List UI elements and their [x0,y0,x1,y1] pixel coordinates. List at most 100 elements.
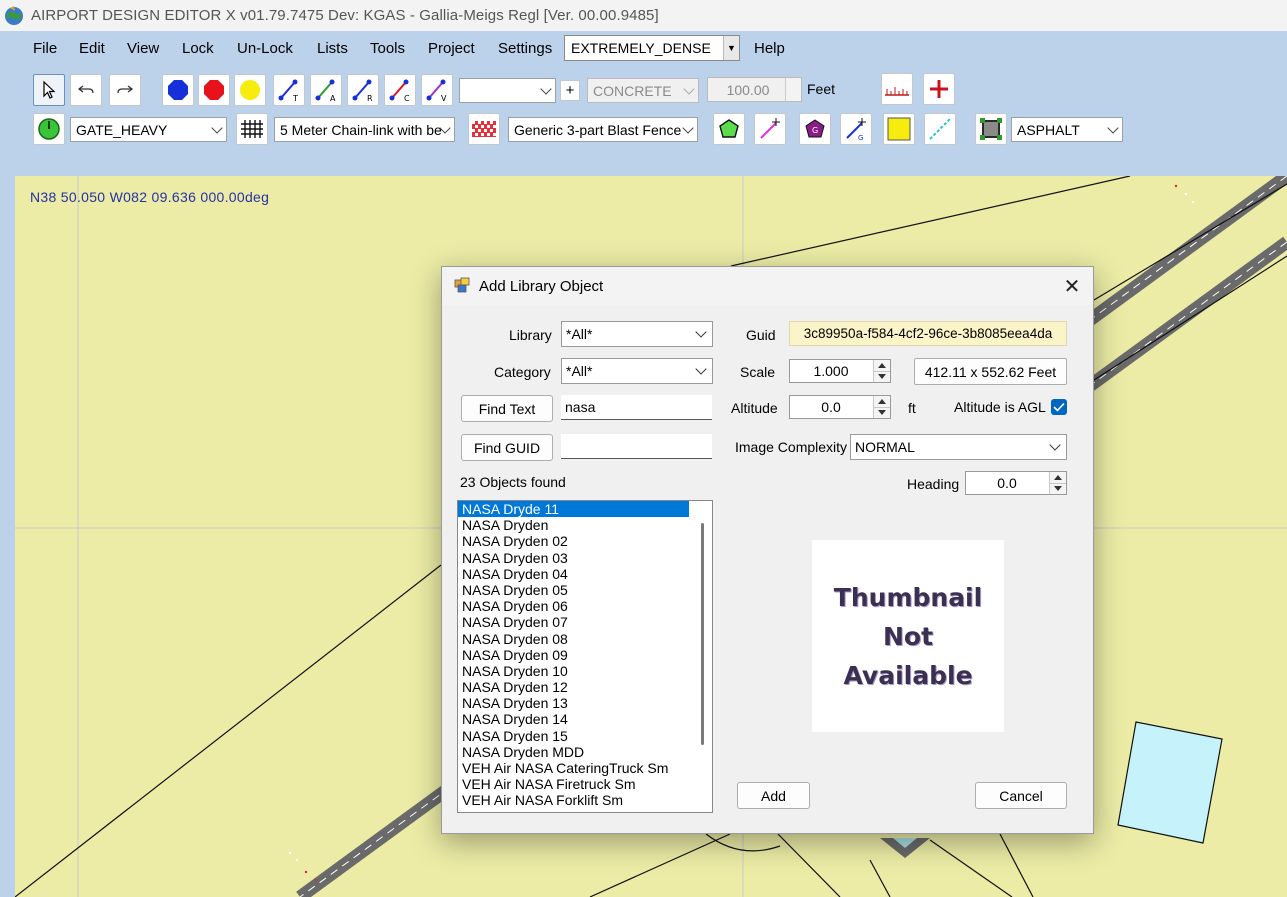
ruler-icon [885,87,909,96]
library-select[interactable]: *All* [561,321,713,347]
menu-unlock[interactable]: Un-Lock [237,40,293,57]
scale-spinner[interactable]: 1.000 [789,359,891,383]
dimensions-display: 412.11 x 552.62 Feet [914,358,1067,385]
red-octagon-icon [204,80,224,100]
menu-settings[interactable]: Settings [498,40,552,57]
list-item[interactable]: VEH Air NASA Forklift Sm [458,792,689,808]
ground-line-tool-button[interactable]: G [840,113,872,145]
guid-field[interactable]: 3c89950a-f584-4cf2-96ce-3b8085eea4da [789,321,1067,346]
find-guid-button[interactable]: Find GUID [461,434,553,461]
list-item[interactable]: NASA Dryden 13 [458,695,689,711]
menu-edit[interactable]: Edit [79,40,105,57]
close-button[interactable]: ✕ [1061,275,1083,298]
red-point-button[interactable] [198,74,230,106]
dialog-app-icon [454,277,470,293]
category-select[interactable]: *All* [561,358,713,384]
category-label: Category [494,364,551,380]
yellow-area-tool-button[interactable] [883,113,915,145]
objects-listbox[interactable]: NASA Dryde 11 NASA Dryden NASA Dryden 02 NA… [457,500,713,813]
gate-tool-button[interactable] [33,113,65,145]
surface-type-value: CONCRETE [593,82,672,99]
list-item[interactable]: NASA Dryden 09 [458,647,689,663]
menu-view[interactable]: View [127,40,159,57]
density-select[interactable]: EXTREMELY_DENSE ▼ [564,35,740,61]
list-item[interactable]: NASA Dryden 06 [458,598,689,614]
spinner-arrows-icon[interactable] [873,360,890,382]
width-spinner[interactable]: 100.00 [707,77,802,102]
menu-help[interactable]: Help [754,40,785,57]
list-item[interactable]: NASA Dryden 15 [458,728,689,744]
surface-area-tool-button[interactable] [975,113,1007,145]
undo-button[interactable] [70,74,102,106]
list-item[interactable]: NASA Dryden [458,517,689,533]
line-draw-tool-button[interactable] [754,113,786,145]
select-tool-button[interactable] [33,74,65,106]
line-type-select[interactable] [459,78,556,103]
runway-tool-button[interactable]: R [347,74,379,106]
list-item[interactable]: NASA Dryden 14 [458,711,689,727]
spinner-arrows-icon[interactable] [873,396,890,418]
surface2-type-select[interactable]: ASPHALT [1011,117,1123,142]
altitude-spinner[interactable]: 0.0 [789,395,891,419]
blue-point-button[interactable] [162,74,194,106]
list-item[interactable]: NASA Dryden 05 [458,582,689,598]
centerline-tool-button[interactable]: C [384,74,416,106]
redo-button[interactable] [109,74,141,106]
chevron-down-icon [211,122,223,134]
list-scrollbar[interactable] [701,523,704,745]
menu-tools[interactable]: Tools [370,40,405,57]
list-item[interactable]: NASA Dryden 04 [458,566,689,582]
cancel-button[interactable]: Cancel [975,782,1067,809]
taxiway-tool-button[interactable]: T [273,74,305,106]
find-guid-input[interactable] [561,434,712,459]
list-item[interactable]: NASA Dryden 08 [458,631,689,647]
taxiway-line-icon: T [278,79,298,102]
menu-lists[interactable]: Lists [317,40,348,57]
svg-text:A: A [330,94,336,102]
list-item[interactable]: NASA Dryden 02 [458,533,689,549]
list-item[interactable]: NASA Dryden 10 [458,663,689,679]
yellow-point-button[interactable] [234,74,266,106]
add-line-type-button[interactable]: + [560,80,580,101]
redo-icon [117,85,134,94]
list-item[interactable]: NASA Dryden 12 [458,679,689,695]
list-item[interactable]: NASA Dryden MDD [458,744,689,760]
gate-type-select[interactable]: GATE_HEAVY [70,117,227,142]
polygon-tool-button[interactable] [713,113,745,145]
svg-text:G: G [858,134,863,141]
menu-lock[interactable]: Lock [182,40,214,57]
objects-list: NASA Dryde 11 NASA Dryden NASA Dryden 02 NA… [458,501,712,809]
list-item[interactable]: VEH Air NASA Firetruck Sm [458,776,689,792]
surface-type-select[interactable]: CONCRETE [587,78,699,103]
ground-poly-tool-button[interactable]: G [799,113,831,145]
agl-label: Altitude is AGL [954,399,1046,415]
fence-type-select[interactable]: 5 Meter Chain-link with be [274,117,455,142]
agl-checkbox[interactable] [1051,399,1067,415]
close-icon: ✕ [1063,275,1081,298]
add-marker-button[interactable] [923,73,955,105]
spinner-arrows-icon[interactable] [1049,472,1066,494]
list-item[interactable]: NASA Dryden 07 [458,614,689,630]
measure-button[interactable] [881,73,913,105]
blast-fence-type-value: Generic 3-part Blast Fence [514,121,682,138]
fence-tool-button[interactable] [236,113,268,145]
app-icon [5,5,23,25]
add-button[interactable]: Add [737,782,810,809]
thumbnail-line-3: Available [843,660,973,690]
list-item[interactable]: NASA Dryden 03 [458,550,689,566]
find-text-button[interactable]: Find Text [461,395,553,422]
dashed-line-tool-button[interactable] [924,113,956,145]
blast-fence-tool-button[interactable] [468,113,500,145]
blue-octagon-icon [168,80,188,100]
list-item[interactable]: NASA Dryde 11 [458,501,689,518]
find-text-input[interactable]: nasa [561,395,712,420]
menu-project[interactable]: Project [428,40,475,57]
heading-spinner[interactable]: 0.0 [965,471,1067,495]
menu-file[interactable]: File [33,40,57,57]
vehicle-path-tool-button[interactable]: V [421,74,453,106]
apron-tool-button[interactable]: A [310,74,342,106]
guid-value: 3c89950a-f584-4cf2-96ce-3b8085eea4da [803,326,1053,341]
list-item[interactable]: VEH Air NASA CateringTruck Sm [458,760,689,776]
blast-fence-type-select[interactable]: Generic 3-part Blast Fence [508,117,698,142]
image-complexity-select[interactable]: NORMAL [850,434,1067,460]
